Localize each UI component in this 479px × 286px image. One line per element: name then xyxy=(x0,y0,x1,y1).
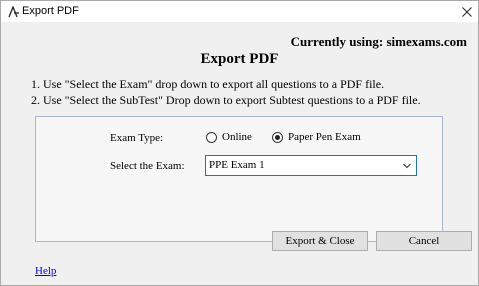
radio-online-label: Online xyxy=(222,131,252,143)
close-icon xyxy=(462,6,472,17)
radio-selected-dot xyxy=(275,134,280,140)
help-link[interactable]: Help xyxy=(35,265,56,277)
radio-paper-pen-exam[interactable]: Paper Pen Exam xyxy=(272,131,361,143)
dialog-body: Currently using: simexams.com Export PDF… xyxy=(1,22,478,285)
page-title: Export PDF xyxy=(200,51,279,67)
export-options-panel: Exam Type: Online Paper Pen Exam Select … xyxy=(35,116,472,251)
select-exam-value: PPE Exam 1 xyxy=(209,159,265,171)
radio-paper-pen-exam-label: Paper Pen Exam xyxy=(288,131,361,143)
app-logo-icon xyxy=(8,6,19,18)
radio-circle[interactable] xyxy=(272,131,283,143)
currently-using-text: Currently using: simexams.com xyxy=(290,34,467,49)
select-exam-label: Select the Exam: xyxy=(110,160,185,172)
radio-online[interactable]: Online xyxy=(206,131,252,143)
exam-type-label: Exam Type: xyxy=(110,132,164,144)
cancel-button[interactable]: Cancel xyxy=(376,231,472,251)
select-exam-dropdown[interactable]: PPE Exam 1 xyxy=(205,155,417,176)
title-bar: Export PDF xyxy=(1,1,478,22)
instruction-line: 2. Use "Select the SubTest" Drop down to… xyxy=(31,93,421,107)
close-button[interactable] xyxy=(456,1,478,22)
instruction-line: 1. Use "Select the Exam" drop down to ex… xyxy=(31,77,385,91)
export-close-button[interactable]: Export & Close xyxy=(272,231,368,251)
radio-circle[interactable] xyxy=(206,131,217,143)
chevron-down-icon xyxy=(403,163,411,169)
window-title: Export PDF xyxy=(22,5,79,17)
